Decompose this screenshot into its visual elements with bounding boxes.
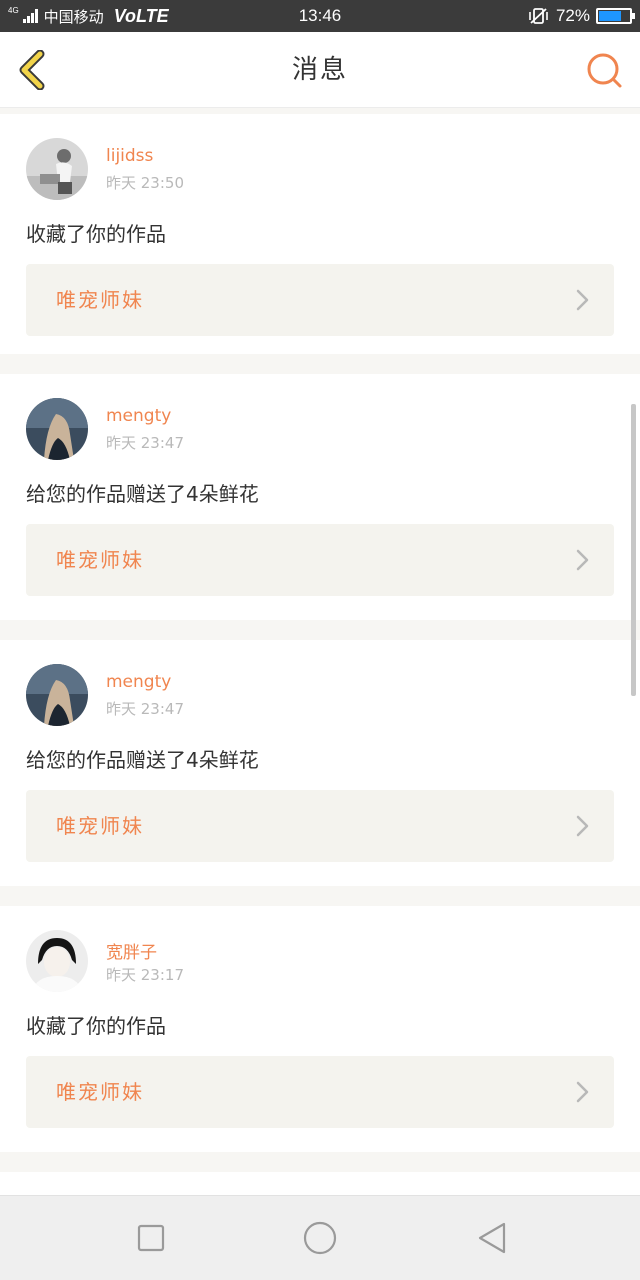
message-text: 给您的作品赠送了4朵鲜花 [26,482,259,506]
timestamp: 昨天 23:47 [106,434,184,452]
message-item: mengty 昨天 23:47 给您的作品赠送了4朵鲜花 唯宠师妹 [0,640,640,886]
message-text: 给您的作品赠送了4朵鲜花 [26,748,259,772]
work-title: 唯宠师妹 [56,814,144,838]
work-link[interactable]: 唯宠师妹 [26,790,614,862]
avatar[interactable] [26,138,88,200]
message-text: 收藏了你的作品 [26,222,166,246]
battery-icon [596,8,635,24]
vibrate-icon [529,8,548,24]
status-bar: 4G 中国移动 VoLTE 13:46 72% [0,0,640,32]
work-title: 唯宠师妹 [56,548,144,572]
header: 消息 [0,32,640,108]
avatar[interactable] [26,398,88,460]
username[interactable]: mengty [106,406,171,426]
battery-fill [599,11,621,21]
scrollbar[interactable] [631,404,636,696]
back-icon[interactable] [472,1218,512,1258]
work-link[interactable]: 唯宠师妹 [26,524,614,596]
message-text: 收藏了你的作品 [26,1014,166,1038]
page-title: 消息 [291,55,348,85]
avatar[interactable] [26,930,88,992]
battery-percent: 72% [555,6,590,25]
chevron-right-icon [576,815,589,837]
chevron-right-icon [576,1081,589,1103]
message-item: 宽胖子 昨天 23:17 收藏了你的作品 唯宠师妹 [0,906,640,1152]
username[interactable]: mengty [106,672,171,692]
message-item: lijidss 昨天 23:50 收藏了你的作品 唯宠师妹 [0,114,640,354]
timestamp: 昨天 23:50 [106,174,184,192]
status-right: 72% [528,0,635,32]
chevron-right-icon [576,289,589,311]
work-title: 唯宠师妹 [56,288,144,312]
home-icon[interactable] [300,1218,340,1258]
recent-apps-icon[interactable] [131,1218,171,1258]
username[interactable]: lijidss [106,146,153,166]
work-link[interactable]: 唯宠师妹 [26,264,614,336]
system-nav-bar [0,1195,640,1280]
message-list: lijidss 昨天 23:50 收藏了你的作品 唯宠师妹 mengty 昨天 … [0,108,640,1234]
message-item: mengty 昨天 23:47 给您的作品赠送了4朵鲜花 唯宠师妹 [0,374,640,620]
screen: 4G 中国移动 VoLTE 13:46 72% 消息 lijidss 昨天 23… [0,0,640,1280]
timestamp: 昨天 23:47 [106,700,184,718]
work-link[interactable]: 唯宠师妹 [26,1056,614,1128]
chevron-right-icon [576,549,589,571]
search-icon[interactable] [586,52,624,90]
timestamp: 昨天 23:17 [106,966,184,984]
avatar[interactable] [26,664,88,726]
username[interactable]: 宽胖子 [106,938,157,963]
work-title: 唯宠师妹 [56,1080,144,1104]
